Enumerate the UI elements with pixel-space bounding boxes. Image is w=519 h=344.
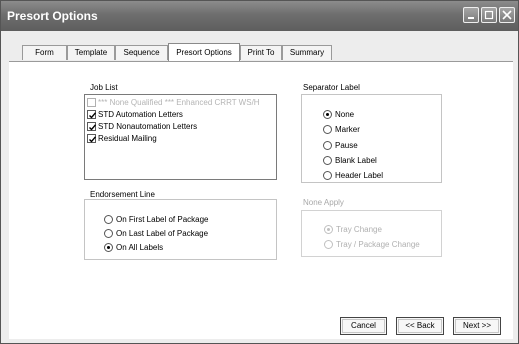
radio-button[interactable] — [323, 110, 332, 119]
radio-label: Marker — [335, 125, 360, 134]
next-button[interactable]: Next >> — [453, 317, 501, 335]
title-bar[interactable]: Presort Options — [1, 1, 518, 31]
radio-label: Blank Label — [335, 156, 377, 165]
minimize-icon — [468, 17, 474, 19]
close-button[interactable] — [499, 7, 515, 23]
endorsement-line-label: Endorsement Line — [90, 190, 155, 199]
radio-button[interactable] — [104, 215, 113, 224]
checkbox[interactable] — [87, 134, 97, 143]
radio-label: None — [335, 110, 355, 119]
radio-label: On All Labels — [116, 243, 164, 252]
maximize-button[interactable] — [481, 7, 497, 23]
cancel-button[interactable]: Cancel — [340, 317, 387, 335]
presort-options-window: Presort Options Form Template Sequence P… — [0, 0, 519, 344]
radio-label: On First Label of Package — [116, 215, 209, 224]
radio-button[interactable] — [323, 156, 332, 165]
close-icon — [502, 10, 512, 20]
job-list-item[interactable]: *** None Qualified *** Enhanced CRRT WS/… — [87, 97, 275, 109]
window-title: Presort Options — [7, 9, 98, 23]
tab-print-to[interactable]: Print To — [240, 45, 282, 60]
checkbox[interactable] — [87, 110, 97, 119]
radio-label: On Last Label of Package — [116, 229, 209, 238]
tab-template[interactable]: Template — [67, 45, 115, 60]
radio-button — [324, 240, 333, 249]
job-list-label: Job List — [90, 83, 118, 92]
job-list[interactable]: *** None Qualified *** Enhanced CRRT WS/… — [84, 94, 277, 180]
radio-label: Tray / Package Change — [336, 240, 420, 249]
job-list-item-label: STD Nonautomation Letters — [98, 122, 198, 131]
job-list-item-label: *** None Qualified *** Enhanced CRRT WS/… — [98, 98, 260, 107]
tab-presort-options[interactable]: Presort Options — [168, 43, 240, 61]
radio-label: Pause — [335, 141, 358, 150]
none-apply-label: None Apply — [303, 198, 344, 207]
tab-sequence[interactable]: Sequence — [115, 45, 168, 60]
checkmark-icon — [89, 112, 97, 119]
radio-label: Header Label — [335, 171, 384, 180]
radio-label: Tray Change — [336, 225, 382, 234]
radio-button[interactable] — [104, 243, 113, 252]
radio-button — [324, 225, 333, 234]
job-list-item-label: Residual Mailing — [98, 134, 157, 143]
checkmark-icon — [89, 136, 97, 143]
separator-label-group: None Marker Pause Blank Label Header Lab… — [301, 94, 442, 183]
radio-button[interactable] — [323, 125, 332, 134]
maximize-icon — [484, 10, 494, 20]
separator-label-label: Separator Label — [303, 83, 360, 92]
radio-button[interactable] — [323, 171, 332, 180]
checkmark-icon — [89, 124, 97, 131]
job-list-item-label: STD Automation Letters — [98, 110, 183, 119]
endorsement-line-group: On First Label of Package On Last Label … — [84, 199, 277, 260]
radio-button[interactable] — [323, 141, 332, 150]
back-button[interactable]: << Back — [396, 317, 444, 335]
checkbox[interactable] — [87, 122, 97, 131]
tab-summary[interactable]: Summary — [282, 45, 332, 60]
radio-button[interactable] — [104, 229, 113, 238]
none-apply-group: Tray Change Tray / Package Change — [301, 210, 442, 257]
minimize-button[interactable] — [463, 7, 479, 23]
tab-form[interactable]: Form — [22, 45, 67, 60]
checkbox[interactable] — [87, 98, 96, 107]
